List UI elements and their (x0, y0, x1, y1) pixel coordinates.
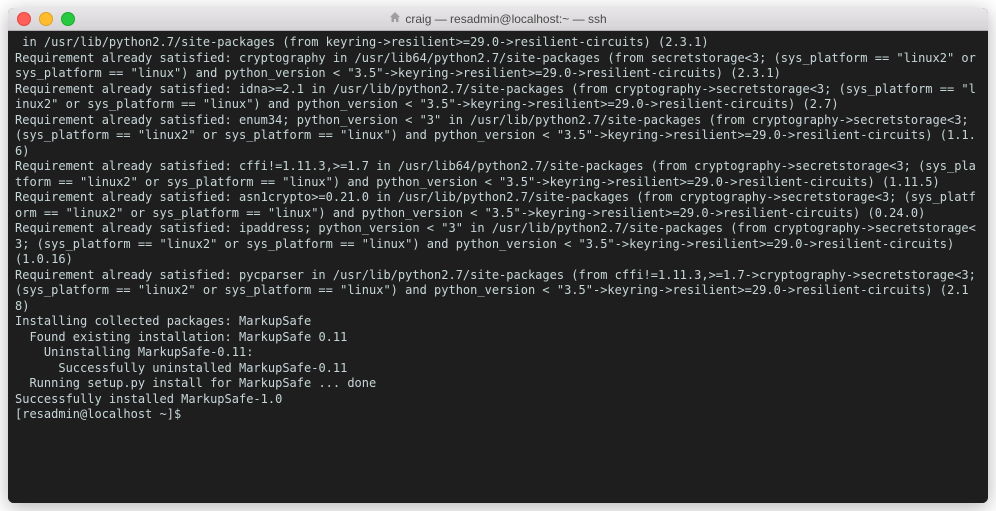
window-controls (8, 12, 75, 26)
window-title-text: craig — resadmin@localhost:~ — ssh (405, 12, 606, 26)
close-icon[interactable] (17, 12, 31, 26)
terminal-window: craig — resadmin@localhost:~ — ssh in /u… (8, 8, 988, 503)
window-title: craig — resadmin@localhost:~ — ssh (8, 12, 988, 26)
minimize-icon[interactable] (39, 12, 53, 26)
zoom-icon[interactable] (61, 12, 75, 26)
terminal-output[interactable]: in /usr/lib/python2.7/site-packages (fro… (8, 31, 988, 503)
titlebar[interactable]: craig — resadmin@localhost:~ — ssh (8, 8, 988, 31)
home-icon (389, 12, 401, 26)
